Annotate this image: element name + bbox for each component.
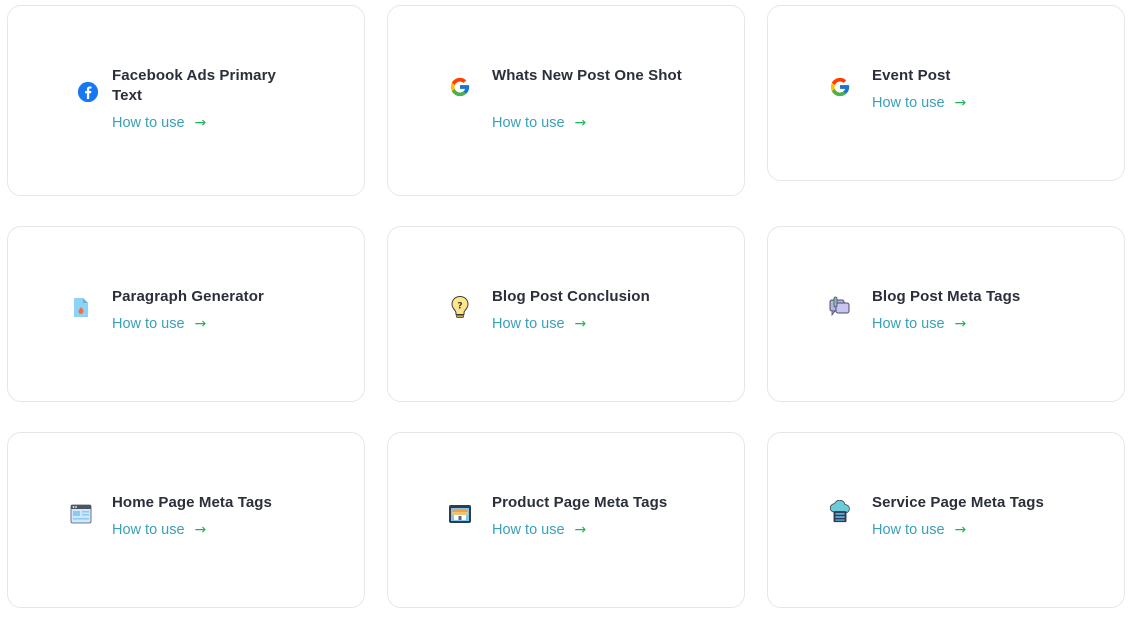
- card-blog-post-conclusion[interactable]: ? Blog Post Conclusion How to use →: [387, 226, 745, 402]
- how-to-use-link[interactable]: How to use →: [872, 316, 966, 332]
- how-to-use-link[interactable]: How to use →: [872, 95, 966, 111]
- how-to-use-link[interactable]: How to use →: [112, 115, 206, 131]
- arrow-right-icon: →: [954, 316, 967, 332]
- card-facebook-ads-primary-text[interactable]: Facebook Ads Primary Text How to use →: [7, 5, 365, 196]
- arrow-right-icon: →: [574, 115, 587, 131]
- paragraph-document-icon: [69, 296, 93, 320]
- how-to-use-link[interactable]: How to use →: [112, 522, 206, 538]
- how-to-use-link[interactable]: How to use →: [492, 316, 586, 332]
- google-icon: [828, 75, 852, 99]
- card-title: Paragraph Generator: [112, 288, 264, 305]
- card-whats-new-post-one-shot[interactable]: Whats New Post One Shot How to use →: [387, 5, 745, 196]
- facebook-icon: [76, 80, 100, 104]
- how-to-use-label: How to use: [872, 95, 945, 111]
- how-to-use-label: How to use: [872, 522, 945, 538]
- card-home-page-meta-tags[interactable]: Home Page Meta Tags How to use →: [7, 432, 365, 608]
- svg-text:?: ?: [457, 302, 462, 312]
- question-bulb-icon: ?: [448, 295, 472, 319]
- card-title: Whats New Post One Shot: [492, 67, 682, 84]
- how-to-use-link[interactable]: How to use →: [492, 522, 586, 538]
- browser-window-icon: [69, 502, 93, 526]
- card-event-post[interactable]: Event Post How to use →: [767, 5, 1125, 181]
- cloud-server-icon: [828, 500, 852, 524]
- card-title: Blog Post Conclusion: [492, 288, 650, 305]
- storefront-icon: [448, 502, 472, 526]
- arrow-right-icon: →: [574, 522, 587, 538]
- how-to-use-link[interactable]: How to use →: [112, 316, 206, 332]
- how-to-use-link[interactable]: How to use →: [492, 115, 586, 131]
- arrow-right-icon: →: [194, 115, 207, 131]
- card-title: Home Page Meta Tags: [112, 494, 273, 511]
- card-title: Blog Post Meta Tags: [872, 288, 1021, 305]
- how-to-use-label: How to use: [112, 316, 185, 332]
- meta-tag-chat-icon: [828, 295, 852, 319]
- card-paragraph-generator[interactable]: Paragraph Generator How to use →: [7, 226, 365, 402]
- how-to-use-label: How to use: [112, 522, 185, 538]
- how-to-use-label: How to use: [872, 316, 945, 332]
- arrow-right-icon: →: [574, 316, 587, 332]
- google-icon: [448, 75, 472, 99]
- card-title: Product Page Meta Tags: [492, 494, 668, 511]
- arrow-right-icon: →: [194, 522, 207, 538]
- how-to-use-label: How to use: [112, 115, 185, 131]
- card-title: Event Post: [872, 67, 951, 84]
- card-product-page-meta-tags[interactable]: Product Page Meta Tags How to use →: [387, 432, 745, 608]
- arrow-right-icon: →: [954, 95, 967, 111]
- card-title: Service Page Meta Tags: [872, 494, 1045, 511]
- card-service-page-meta-tags[interactable]: Service Page Meta Tags How to use →: [767, 432, 1125, 608]
- arrow-right-icon: →: [954, 522, 967, 538]
- how-to-use-label: How to use: [492, 316, 565, 332]
- card-blog-post-meta-tags[interactable]: Blog Post Meta Tags How to use →: [767, 226, 1125, 402]
- card-title: Facebook Ads Primary Text: [112, 67, 277, 104]
- arrow-right-icon: →: [194, 316, 207, 332]
- how-to-use-link[interactable]: How to use →: [872, 522, 966, 538]
- how-to-use-label: How to use: [492, 115, 565, 131]
- how-to-use-label: How to use: [492, 522, 565, 538]
